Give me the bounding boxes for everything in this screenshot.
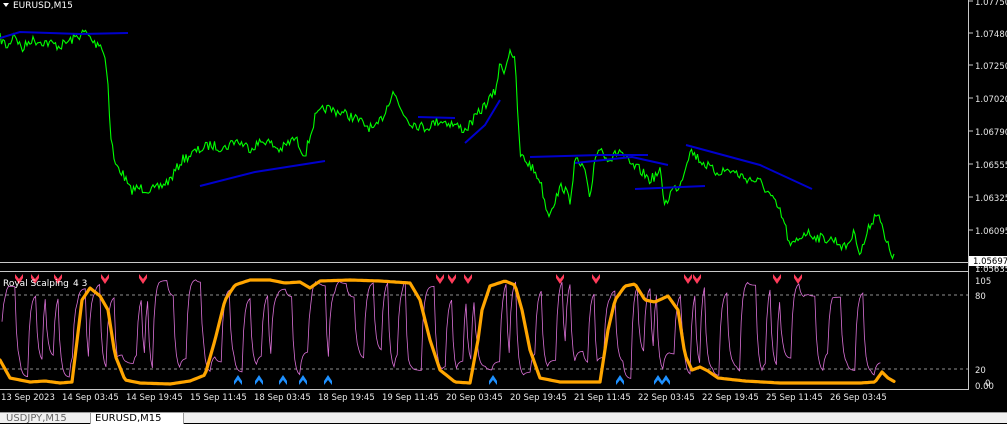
symbol-label: EURUSD,M15 (13, 1, 73, 11)
indicator-params: 4 3 (73, 279, 87, 289)
price-tick: 1.06325 (975, 194, 1007, 204)
time-tick: 20 Sep 19:45 (510, 393, 567, 403)
indicator-tick-extra: 0 (985, 379, 990, 389)
tab-eurusd[interactable]: EURUSD,M15 (90, 413, 184, 424)
trendline (417, 116, 456, 119)
price-tick: 1.07020 (975, 95, 1007, 105)
time-tick: 18 Sep 03:45 (254, 393, 311, 403)
indicator-tick: 80 (975, 292, 986, 302)
price-tick: 1.07480 (975, 30, 1007, 40)
price-tick: 1.07250 (975, 62, 1007, 72)
time-tick: 13 Sep 2023 (1, 393, 55, 403)
time-tick: 25 Sep 11:45 (766, 393, 823, 403)
time-tick: 20 Sep 03:45 (446, 393, 503, 403)
chart-canvas[interactable]: EURUSD,M15 Royal Scalping 4 3 1.07750 1.… (0, 0, 1007, 423)
tab-usdjpy[interactable]: USDJPY,M15 (2, 413, 90, 424)
price-tick: 1.06095 (975, 227, 1007, 237)
time-tick: 14 Sep 03:45 (62, 393, 119, 403)
current-price-label: 1.05697 (973, 257, 1007, 267)
indicator-label: Royal Scalping (3, 279, 69, 289)
time-tick: 19 Sep 11:45 (382, 393, 439, 403)
indicator-tick: 105 (975, 277, 991, 287)
indicator-tick: 20 (975, 366, 986, 376)
time-tick: 14 Sep 19:45 (126, 393, 183, 403)
time-tick: 21 Sep 11:45 (574, 393, 631, 403)
price-tick: 1.06790 (975, 128, 1007, 138)
time-tick: 18 Sep 19:45 (318, 393, 375, 403)
time-tick: 26 Sep 03:45 (830, 393, 887, 403)
price-tick: 1.07750 (975, 0, 1007, 8)
chart-tabs-bar: USDJPY,M15 EURUSD,M15 (0, 412, 1007, 424)
price-tick: 1.06555 (975, 161, 1007, 171)
time-tick: 22 Sep 03:45 (638, 393, 695, 403)
time-tick: 15 Sep 11:45 (190, 393, 247, 403)
time-tick: 22 Sep 19:45 (702, 393, 759, 403)
